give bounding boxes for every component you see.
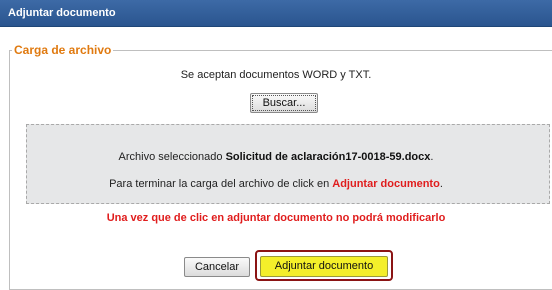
- finish-instruction-prefix: Para terminar la carga del archivo de cl…: [109, 178, 330, 190]
- dialog-titlebar: Adjuntar documento: [0, 0, 552, 27]
- accepted-formats-text: Se aceptan documentos WORD y TXT.: [180, 69, 372, 81]
- finish-instruction-line: Para terminar la carga del archivo de cl…: [0, 178, 552, 190]
- dialog-title: Adjuntar documento: [8, 7, 116, 19]
- selected-file-prefix: Archivo seleccionado: [118, 151, 223, 163]
- attach-document-button[interactable]: Adjuntar documento: [260, 256, 388, 277]
- selected-file-name: Solicitud de aclaración17-0018-59.docx: [225, 151, 431, 163]
- finish-instruction-suffix: .: [439, 178, 443, 190]
- finish-instruction-link: Adjuntar documento: [332, 178, 440, 190]
- selected-file-suffix: .: [430, 151, 434, 163]
- cancel-button[interactable]: Cancelar: [184, 257, 250, 277]
- warning-message: Una vez que de clic en adjuntar document…: [106, 212, 446, 224]
- fieldset-legend: Carga de archivo: [12, 43, 114, 57]
- browse-button[interactable]: Buscar...: [250, 93, 318, 113]
- selected-file-line: Archivo seleccionado Solicitud de aclara…: [0, 151, 552, 163]
- selected-file-panel: [26, 124, 550, 204]
